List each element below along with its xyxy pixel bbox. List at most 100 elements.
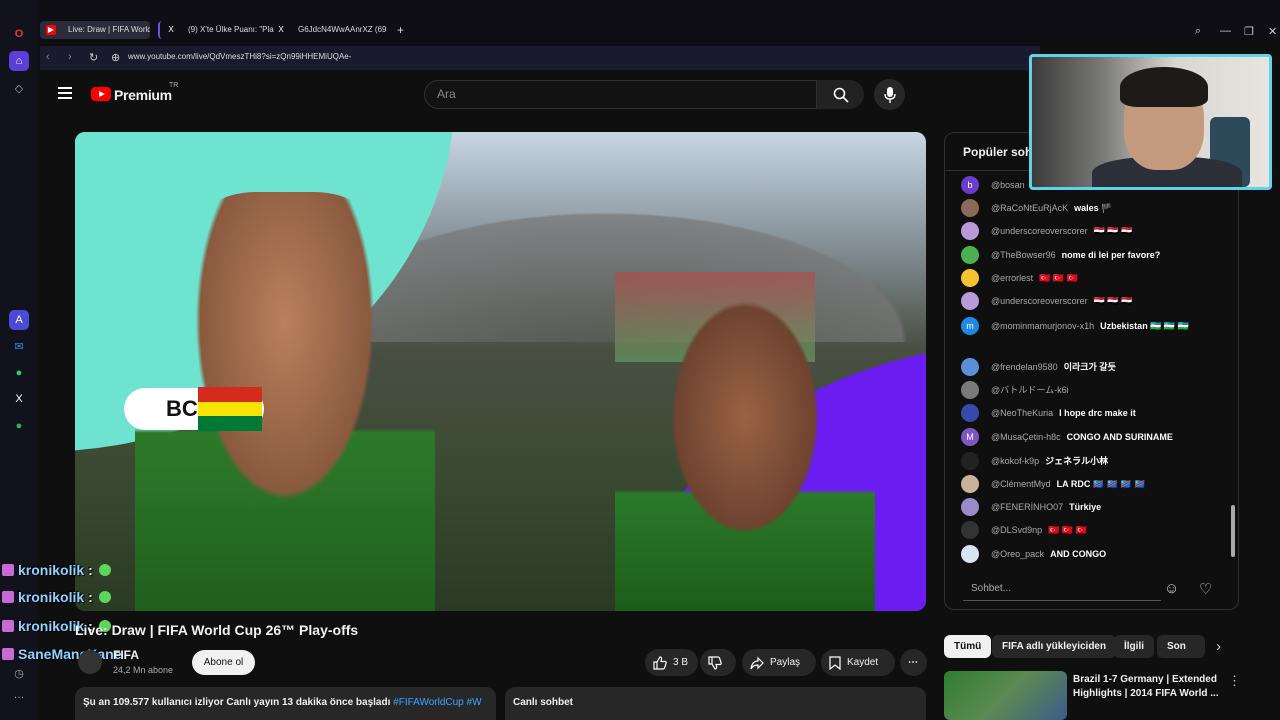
- home-icon[interactable]: ⌂: [9, 51, 29, 71]
- more-icon[interactable]: …: [9, 685, 29, 705]
- new-tab-button[interactable]: +: [392, 21, 410, 39]
- menu-icon[interactable]: [58, 87, 72, 99]
- more-actions-button[interactable]: ⋯: [900, 649, 927, 676]
- voice-search-button[interactable]: [874, 79, 905, 110]
- chat-message[interactable]: @FENERİNHO07 Türkiye: [961, 498, 1101, 516]
- chat-message[interactable]: @errorlest 🇹🇷 🇹🇷 🇹🇷: [961, 269, 1078, 287]
- description-hashtags[interactable]: #FIFAWorldCup #W: [393, 697, 481, 708]
- chat-username[interactable]: @underscoreoverscorer: [991, 292, 1088, 310]
- dislike-button[interactable]: [700, 649, 736, 676]
- subscribe-button[interactable]: Abone ol: [192, 650, 255, 675]
- chat-message[interactable]: b @bosan: [961, 176, 1031, 194]
- messenger-icon[interactable]: ✉: [9, 336, 29, 356]
- chat-avatar[interactable]: M: [961, 428, 979, 446]
- channel-avatar[interactable]: [78, 650, 102, 674]
- restore-icon[interactable]: ❐: [1244, 25, 1254, 38]
- chip-related[interactable]: İlgili: [1114, 635, 1154, 658]
- chat-message[interactable]: @frendelan9580 이라크가 갈듯: [961, 358, 1116, 376]
- description-box[interactable]: Şu an 109.577 kullanıcı izliyor Canlı ya…: [75, 687, 496, 720]
- youtube-logo-icon[interactable]: [91, 87, 111, 101]
- tab-x-1[interactable]: X (9) X'te Ülke Puanı: "Play-(: [158, 21, 274, 39]
- chat-avatar[interactable]: [961, 521, 979, 539]
- site-info-icon[interactable]: ⊕: [111, 51, 120, 64]
- chip-recent[interactable]: Son yü: [1157, 635, 1205, 658]
- chat-avatar[interactable]: m: [961, 317, 979, 335]
- more-vertical-icon[interactable]: ⋮: [1228, 673, 1241, 689]
- chip-all[interactable]: Tümü: [944, 635, 992, 658]
- chat-username[interactable]: @MusaÇetin-h8c: [991, 428, 1061, 446]
- chat-scrollbar[interactable]: [1231, 505, 1235, 557]
- heart-icon[interactable]: ♡: [1199, 580, 1212, 598]
- chat-avatar[interactable]: [961, 381, 979, 399]
- chat-message[interactable]: @kokof-k9p ジェネラル小林: [961, 452, 1108, 470]
- minimize-icon[interactable]: —: [1220, 25, 1231, 37]
- recommendation-title[interactable]: Brazil 1-7 Germany | Extended Highlights…: [1073, 673, 1223, 701]
- chat-avatar[interactable]: [961, 404, 979, 422]
- chat-avatar[interactable]: [961, 358, 979, 376]
- search-tabs-icon[interactable]: ⌕: [1195, 25, 1201, 38]
- whatsapp-icon[interactable]: ●: [9, 363, 29, 383]
- chat-avatar[interactable]: b: [961, 176, 979, 194]
- pin-icon[interactable]: ◇: [9, 78, 29, 98]
- chat-avatar[interactable]: [961, 222, 979, 240]
- chat-username[interactable]: @TheBowser96: [991, 246, 1056, 264]
- x-icon[interactable]: X: [9, 389, 29, 409]
- back-icon[interactable]: ‹: [46, 51, 50, 63]
- tab-youtube[interactable]: ▶ Live: Draw | FIFA World: [40, 21, 150, 39]
- chat-message[interactable]: @バトルドーム-k6i: [961, 381, 1075, 399]
- chat-avatar[interactable]: [961, 246, 979, 264]
- chat-avatar[interactable]: [961, 269, 979, 287]
- close-icon[interactable]: ✕: [1268, 25, 1277, 38]
- chat-username[interactable]: @バトルドーム-k6i: [991, 381, 1069, 399]
- chat-username[interactable]: @Oreo_pack: [991, 545, 1044, 563]
- share-button[interactable]: Paylaş: [742, 649, 816, 676]
- chat-username[interactable]: @frendelan9580: [991, 358, 1058, 376]
- url-text[interactable]: www.youtube.com/live/QdVmeszTHi8?si=zQn9…: [128, 52, 351, 61]
- chat-username[interactable]: @bosan: [991, 176, 1025, 194]
- chevron-right-icon[interactable]: ›: [1216, 638, 1221, 655]
- opera-logo-icon[interactable]: O: [9, 24, 29, 44]
- chat-message[interactable]: @Oreo_pack AND CONGO: [961, 545, 1106, 563]
- youtube-premium-logo[interactable]: Premium: [114, 87, 172, 103]
- chat-message[interactable]: @TheBowser96 nome di lei per favore?: [961, 246, 1160, 264]
- search-input[interactable]: Ara: [424, 80, 817, 109]
- chat-username[interactable]: @RaCoNtEuRjAcK: [991, 199, 1068, 217]
- chat-input[interactable]: Sohbet...: [963, 577, 1161, 601]
- channel-name[interactable]: FIFA: [113, 648, 139, 662]
- chat-avatar[interactable]: [961, 452, 979, 470]
- chat-username[interactable]: @errorlest: [991, 269, 1033, 287]
- chat-avatar[interactable]: [961, 199, 979, 217]
- chat-message[interactable]: @NeoTheKuria I hope drc make it: [961, 404, 1136, 422]
- video-player[interactable]: [75, 132, 926, 611]
- chat-avatar[interactable]: [961, 498, 979, 516]
- chat-username[interactable]: @mominmamurjonov-x1h: [991, 317, 1094, 335]
- emoji-icon[interactable]: ☺: [1164, 580, 1179, 597]
- aria-icon[interactable]: A: [9, 310, 29, 330]
- chat-message[interactable]: @underscoreoverscorer 🇪🇬 🇪🇬 🇪🇬: [961, 292, 1132, 310]
- chat-username[interactable]: @kokof-k9p: [991, 452, 1039, 470]
- chat-username[interactable]: @ClémentMyd: [991, 475, 1051, 493]
- chat-avatar[interactable]: [961, 545, 979, 563]
- spotify-icon[interactable]: ●: [9, 416, 29, 436]
- chat-message[interactable]: M @MusaÇetin-h8c CONGO AND SURINAME: [961, 428, 1173, 446]
- chat-message[interactable]: @underscoreoverscorer 🇪🇬 🇪🇬 🇪🇬: [961, 222, 1132, 240]
- save-button[interactable]: Kaydet: [821, 649, 895, 676]
- chip-from-fifa[interactable]: FIFA adlı yükleyiciden: [992, 635, 1117, 658]
- forward-icon[interactable]: ›: [68, 51, 72, 63]
- like-button[interactable]: 3 B: [645, 649, 698, 676]
- live-chat-replay-box[interactable]: Canlı sohbet: [505, 687, 926, 720]
- chat-avatar[interactable]: [961, 292, 979, 310]
- recommendation-thumbnail[interactable]: [944, 671, 1067, 720]
- tab-x-2[interactable]: X G6JdcN4WwAAnrXZ (691: [270, 21, 386, 39]
- chat-message[interactable]: m @mominmamurjonov-x1h Uzbekistan 🇺🇿 🇺🇿 🇺🇿: [961, 317, 1189, 335]
- search-button[interactable]: [817, 80, 864, 109]
- reload-icon[interactable]: ↻: [89, 51, 98, 64]
- chat-message[interactable]: @DLSvd9np 🇹🇷 🇹🇷 🇹🇷: [961, 521, 1087, 539]
- chat-username[interactable]: @DLSvd9np: [991, 521, 1042, 539]
- chat-avatar[interactable]: [961, 475, 979, 493]
- chat-message[interactable]: @RaCoNtEuRjAcK wales 🏴: [961, 199, 1112, 217]
- history-icon[interactable]: ◷: [9, 663, 29, 683]
- chat-username[interactable]: @FENERİNHO07: [991, 498, 1063, 516]
- chat-message[interactable]: @ClémentMyd LA RDC 🇨🇩 🇨🇩 🇨🇩 🇨🇩: [961, 475, 1145, 493]
- chat-username[interactable]: @NeoTheKuria: [991, 404, 1053, 422]
